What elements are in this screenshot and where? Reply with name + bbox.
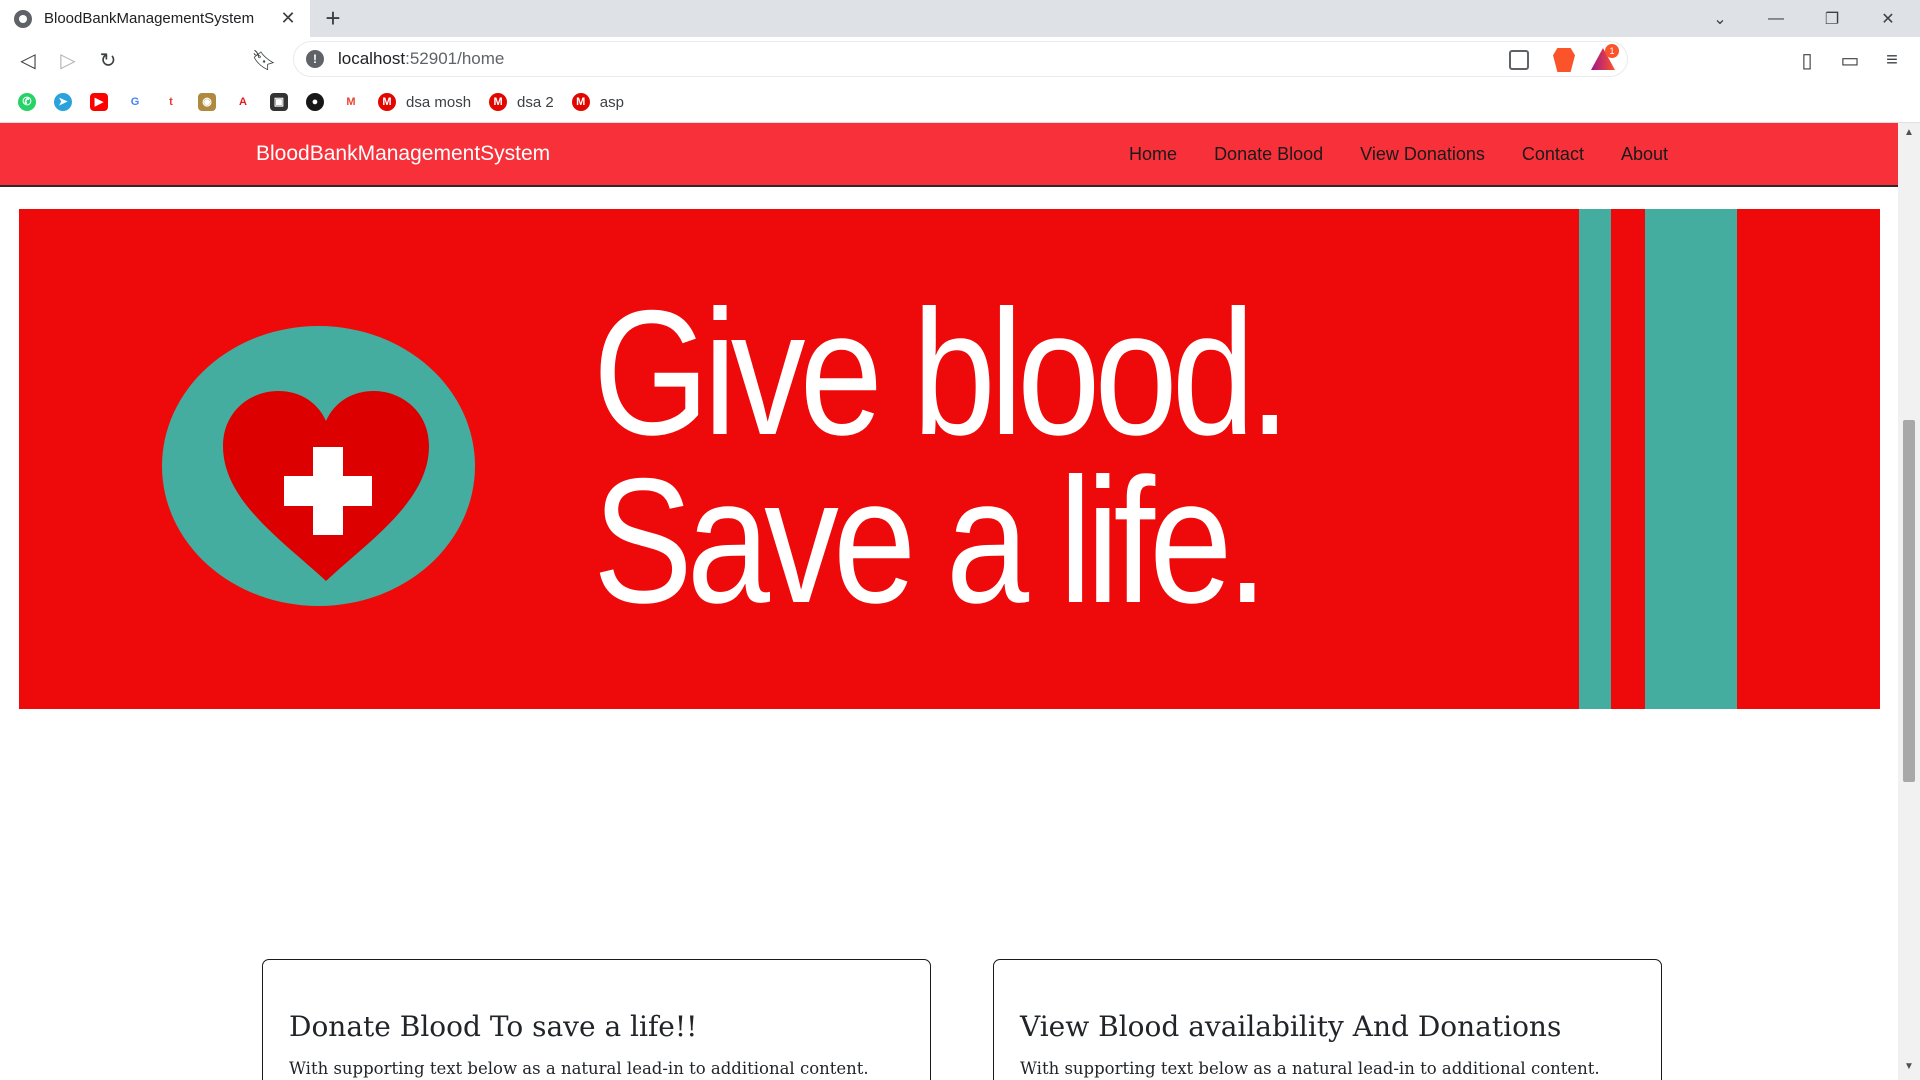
vertical-scrollbar[interactable]: ▲ ▼: [1898, 123, 1920, 1080]
browser-toolbar: ◁ ▷ ↻ 🔖︎ ! localhost:52901/home 1 ▯ ▭ ≡: [0, 37, 1920, 82]
scroll-up-arrow-icon[interactable]: ▲: [1903, 127, 1915, 139]
bookmark-item[interactable]: Mdsa mosh: [378, 88, 471, 116]
nav-link-contact[interactable]: Contact: [1522, 144, 1584, 165]
sidebar-icon[interactable]: ▯: [1793, 46, 1821, 74]
bookmark-label: dsa 2: [517, 93, 554, 111]
tab-search-chevron-icon[interactable]: ⌄: [1692, 0, 1748, 37]
new-tab-button[interactable]: +: [320, 5, 346, 31]
hero-stripe: [1579, 209, 1611, 709]
card-title: Donate Blood To save a life!!: [289, 1010, 698, 1043]
tcs-icon: t: [169, 96, 173, 108]
google-icon: G: [130, 96, 140, 108]
bookmark-icon[interactable]: 🔖︎: [250, 46, 278, 74]
browser-chrome: BloodBankManagementSystem ✕ + ⌄ — ❐ ✕ ◁ …: [0, 0, 1920, 123]
address-bar[interactable]: ! localhost:52901/home 1: [293, 41, 1628, 77]
close-window-button[interactable]: ✕: [1860, 0, 1916, 37]
hero-line-1: Give blood.: [593, 273, 1291, 472]
bookmark-item[interactable]: G: [126, 88, 144, 116]
nav-link-about[interactable]: About: [1621, 144, 1668, 165]
globe-icon: [14, 9, 32, 28]
bookmark-item[interactable]: ●: [306, 88, 324, 116]
bookmark-item[interactable]: Mdsa 2: [489, 88, 554, 116]
tab-title: BloodBankManagementSystem: [44, 10, 255, 27]
hero-oval: [162, 326, 475, 606]
telegram-icon: ➤: [54, 93, 72, 111]
minimize-button[interactable]: —: [1748, 0, 1804, 37]
mosh-icon: M: [571, 93, 590, 111]
rewards-badge: 1: [1605, 44, 1619, 58]
reload-button[interactable]: ↻: [94, 46, 122, 74]
whatsapp-icon: ✆: [18, 93, 36, 111]
github-icon: ●: [306, 93, 324, 111]
contacts-icon: ▣: [270, 93, 288, 111]
brave-shields-icon[interactable]: [1553, 48, 1575, 72]
site-brand[interactable]: BloodBankManagementSystem: [256, 142, 550, 166]
scroll-thumb[interactable]: [1903, 420, 1915, 782]
bookmark-item[interactable]: ▣: [270, 88, 288, 116]
bookmark-item[interactable]: A: [234, 88, 252, 116]
bookmarks-bar: ✆ ➤ ▶ Gt ◉ A ▣ ● M Mdsa mosh Mdsa 2 Masp: [0, 82, 1920, 123]
gmail-icon: M: [346, 96, 356, 108]
aon-icon: A: [239, 96, 247, 108]
restore-button[interactable]: ❐: [1804, 0, 1860, 37]
bookmark-item[interactable]: t: [162, 88, 180, 116]
menu-icon[interactable]: ≡: [1878, 46, 1906, 74]
hero-stripe: [1645, 209, 1737, 709]
portal-icon: ◉: [198, 93, 216, 111]
view-donations-card: View Blood availability And Donations Wi…: [993, 959, 1662, 1080]
bookmark-item[interactable]: ✆: [18, 88, 36, 116]
bookmark-label: dsa mosh: [406, 93, 472, 111]
bookmark-item[interactable]: ➤: [54, 88, 72, 116]
bookmark-item[interactable]: ◉: [198, 88, 216, 116]
scroll-down-arrow-icon[interactable]: ▼: [1903, 1061, 1915, 1073]
mosh-icon: M: [378, 93, 396, 111]
close-tab-icon[interactable]: ✕: [278, 8, 298, 28]
card-title: View Blood availability And Donations: [1020, 1010, 1562, 1043]
back-button[interactable]: ◁: [14, 46, 42, 74]
tab-strip: BloodBankManagementSystem ✕ + ⌄ — ❐ ✕: [0, 0, 1920, 37]
url-text[interactable]: localhost:52901/home: [338, 49, 504, 69]
bookmark-label: asp: [599, 93, 624, 111]
forward-button[interactable]: ▷: [54, 46, 82, 74]
nav-link-view-donations[interactable]: View Donations: [1360, 144, 1485, 165]
hero-slogan: Give blood. Save a life.: [593, 273, 1349, 640]
bookmark-item[interactable]: ▶: [90, 88, 108, 116]
active-tab[interactable]: BloodBankManagementSystem ✕: [0, 0, 310, 37]
share-icon[interactable]: [1509, 50, 1529, 70]
nav-link-donate-blood[interactable]: Donate Blood: [1214, 144, 1323, 165]
hero-line-2: Save a life.: [593, 441, 1268, 640]
bookmark-item[interactable]: M: [342, 88, 360, 116]
page-viewport: BloodBankManagementSystem Home Donate Blo…: [0, 123, 1898, 1080]
youtube-icon: ▶: [90, 93, 108, 111]
bookmark-item[interactable]: Masp: [571, 88, 624, 116]
site-navbar: BloodBankManagementSystem Home Donate Blo…: [0, 123, 1898, 187]
card-text: With supporting text below as a natural …: [289, 1059, 869, 1078]
nav-link-home[interactable]: Home: [1129, 144, 1177, 165]
donate-card: Donate Blood To save a life!! With suppo…: [262, 959, 931, 1080]
heart-plus-icon: [223, 391, 429, 581]
nav-links: Home Donate Blood View Donations Contact Abo…: [1092, 144, 1668, 165]
mosh-icon: M: [489, 93, 508, 111]
site-info-icon[interactable]: !: [306, 50, 324, 68]
hero-banner: Give blood. Save a life.: [19, 209, 1880, 709]
card-text: With supporting text below as a natural …: [1020, 1059, 1600, 1078]
wallet-icon[interactable]: ▭: [1836, 46, 1864, 74]
